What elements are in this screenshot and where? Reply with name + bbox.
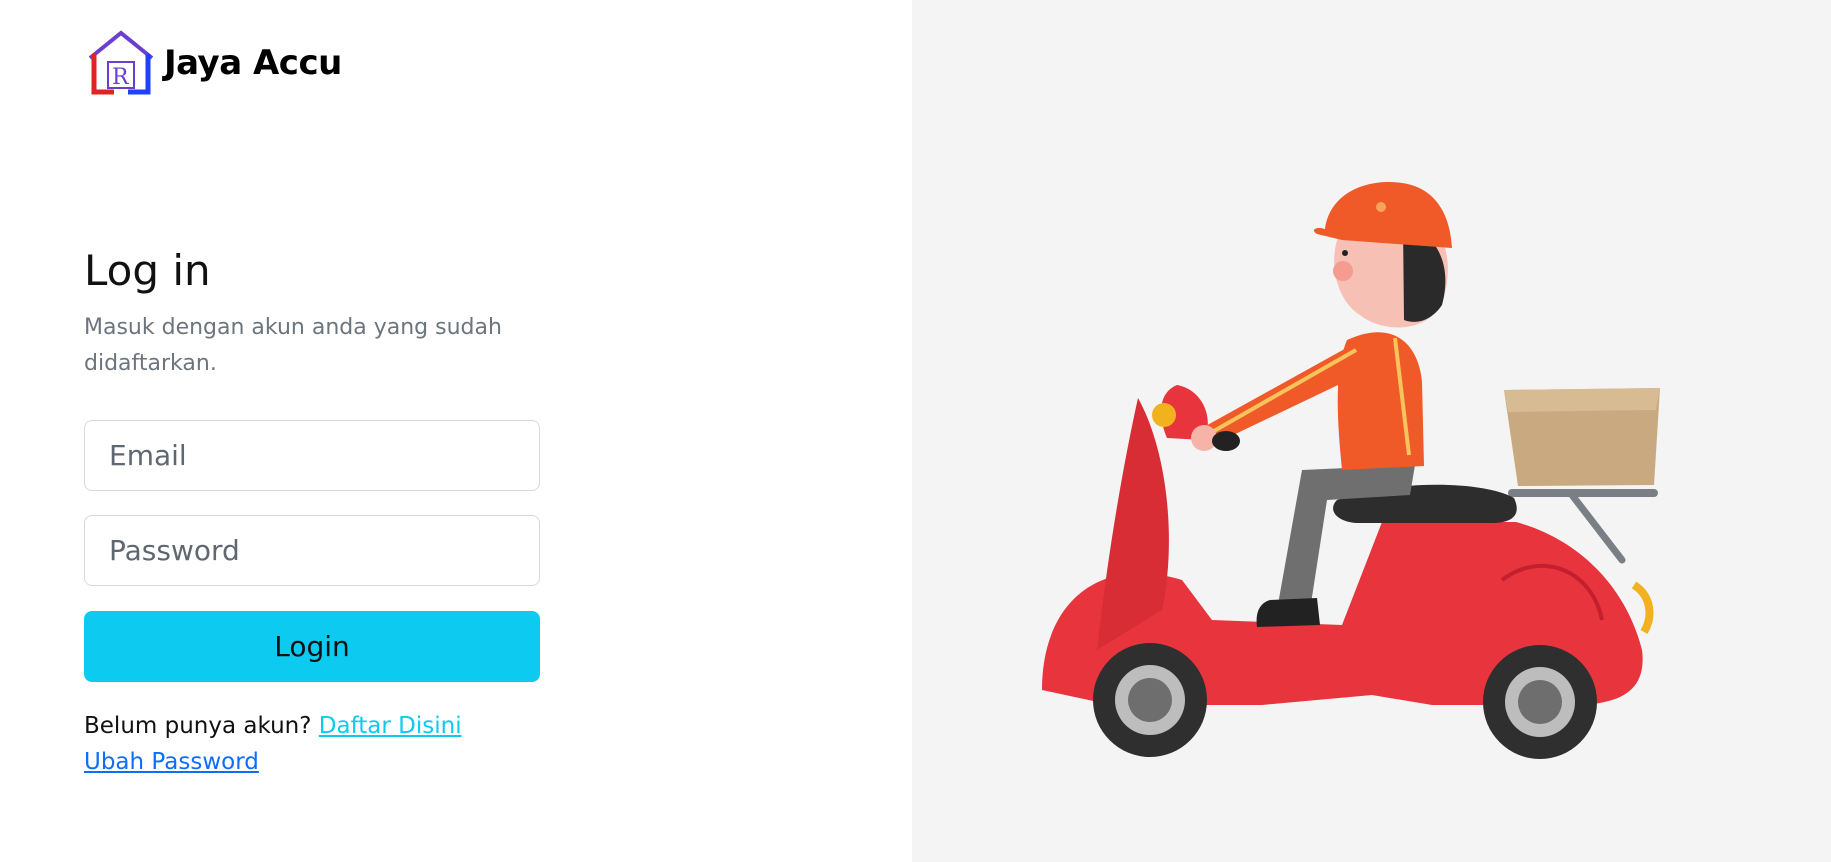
- login-form: Log in Masuk dengan akun anda yang sudah…: [84, 244, 540, 780]
- login-page: R Jaya Accu Log in Masuk dengan akun and…: [0, 0, 1831, 862]
- delivery-scooter-illustration: [1042, 182, 1660, 759]
- svg-text:R: R: [112, 65, 130, 90]
- login-button[interactable]: Login: [84, 611, 540, 682]
- login-panel: R Jaya Accu Log in Masuk dengan akun and…: [0, 0, 912, 862]
- brand[interactable]: R Jaya Accu: [86, 28, 342, 98]
- page-subtitle: Masuk dengan akun anda yang sudah didaft…: [84, 315, 502, 376]
- house-logo-icon: R: [88, 30, 154, 95]
- register-prompt: Belum punya akun?: [84, 713, 312, 739]
- auth-links: Belum punya akun? Daftar Disini Ubah Pas…: [84, 708, 540, 780]
- password-field[interactable]: [84, 515, 540, 586]
- register-link[interactable]: Daftar Disini: [319, 713, 462, 739]
- illustration-panel: [912, 0, 1831, 862]
- change-password-row: Ubah Password: [84, 744, 540, 780]
- email-field[interactable]: [84, 420, 540, 491]
- change-password-link[interactable]: Ubah Password: [84, 749, 259, 775]
- page-title: Log in: [84, 246, 211, 295]
- register-row: Belum punya akun? Daftar Disini: [84, 708, 540, 744]
- brand-name: Jaya Accu: [164, 43, 342, 83]
